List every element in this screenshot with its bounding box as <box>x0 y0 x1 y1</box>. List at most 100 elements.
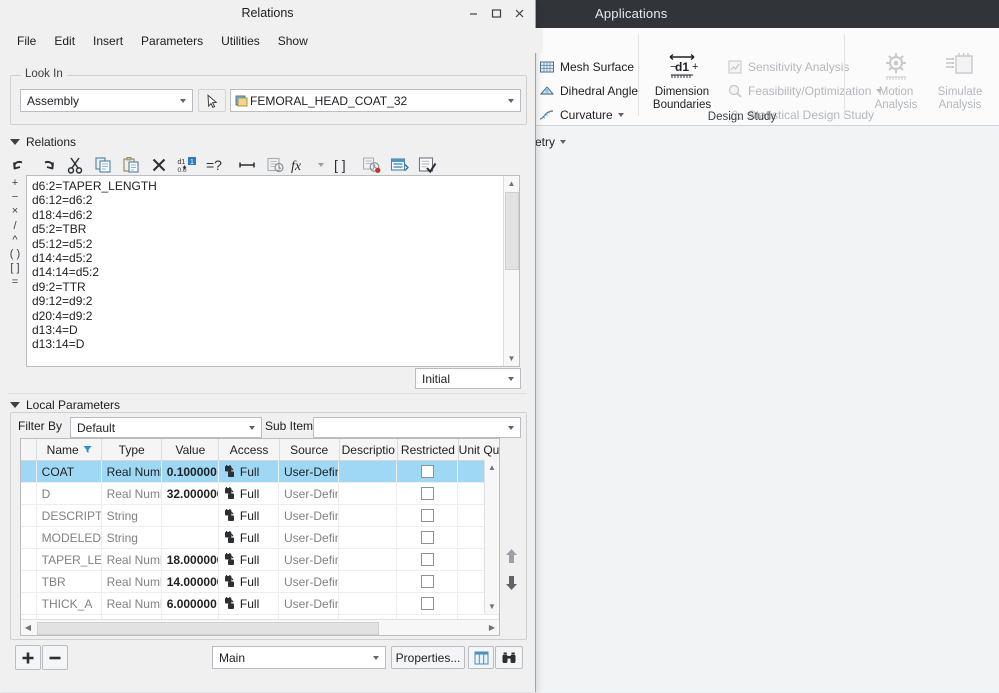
cell-name[interactable]: DESCRIPTION <box>37 505 102 526</box>
cell-restricted[interactable] <box>397 483 459 504</box>
cell-value[interactable]: 14.000000 <box>162 571 219 592</box>
find-parameter-button[interactable] <box>495 646 523 669</box>
verify-relations-button[interactable]: =? <box>202 153 232 177</box>
scroll-down-icon[interactable]: ▼ <box>504 351 519 366</box>
menu-parameters[interactable]: Parameters <box>132 31 212 51</box>
operator-divide[interactable]: / <box>4 219 26 233</box>
cell-description[interactable] <box>339 571 398 592</box>
restricted-checkbox[interactable] <box>420 509 434 522</box>
scroll-right-icon[interactable]: ▶ <box>485 620 499 635</box>
cell-restricted[interactable] <box>397 461 459 482</box>
add-parameter-button[interactable] <box>15 645 41 670</box>
switch-dimensions-button[interactable]: d1 0.0 1 <box>174 153 200 177</box>
local-parameters-header[interactable]: Local Parameters <box>10 398 120 412</box>
cell-type[interactable]: Real Numbe <box>102 483 162 504</box>
table-vertical-scrollbar[interactable]: ▲ ▼ <box>484 460 499 614</box>
table-horizontal-scrollbar[interactable]: ◀ ▶ <box>21 619 499 635</box>
ribbon-item-clearance-creepage[interactable]: Clearan Creepage <box>987 46 999 112</box>
table-row[interactable]: DESCRIPTIONString FullUser-Define <box>21 505 499 527</box>
menu-insert[interactable]: Insert <box>84 31 132 51</box>
chevron-down-icon[interactable] <box>502 369 520 388</box>
cell-description[interactable] <box>339 527 398 548</box>
table-header-description[interactable]: Descriptio <box>340 439 398 460</box>
row-handle[interactable] <box>21 593 37 614</box>
restricted-checkbox[interactable] <box>420 487 434 500</box>
scroll-thumb[interactable] <box>505 192 519 270</box>
restricted-checkbox[interactable] <box>420 531 434 544</box>
cell-value[interactable]: 6.000000 <box>162 593 219 614</box>
table-row[interactable]: THICK_AReal Numbe6.000000FullUser-Define <box>21 593 499 615</box>
parameter-brackets-button[interactable]: [ ] <box>330 153 356 177</box>
cell-access[interactable]: Full <box>219 505 280 526</box>
cell-access[interactable]: Full <box>219 593 280 614</box>
table-row[interactable]: DReal Numbe32.000000FullUser-Define <box>21 483 499 505</box>
cell-restricted[interactable] <box>397 549 459 570</box>
table-row[interactable]: TAPER_LENGTHReal Numbe18.000000FullUser-… <box>21 549 499 571</box>
table-row[interactable]: COATReal Numbe0.100000FullUser-Define <box>21 461 499 483</box>
move-down-arrow[interactable] <box>503 574 519 592</box>
units-history-button[interactable] <box>358 153 384 177</box>
table-header-name[interactable]: Name <box>37 439 103 460</box>
parameters-table[interactable]: Name Type Value Access Source Descriptio… <box>20 438 500 636</box>
row-handle[interactable] <box>21 505 37 526</box>
table-header-unit-quantity[interactable]: Unit Qu <box>459 439 499 460</box>
execute-relations-button[interactable] <box>414 153 440 177</box>
cell-value[interactable]: 0.100000 <box>162 461 219 482</box>
insert-from-dimension-button[interactable] <box>234 153 260 177</box>
operator-plus[interactable]: + <box>4 176 26 190</box>
columns-button[interactable] <box>468 646 494 669</box>
cell-restricted[interactable] <box>397 505 459 526</box>
look-in-model-combo[interactable]: FEMORAL_HEAD_COAT_32 <box>230 89 521 112</box>
restricted-checkbox[interactable] <box>420 553 434 566</box>
cell-source[interactable]: User-Define <box>279 549 340 570</box>
properties-button[interactable]: Properties... <box>391 646 465 669</box>
table-header-restricted[interactable]: Restricted <box>398 439 459 460</box>
cell-description[interactable] <box>339 461 398 482</box>
menu-utilities[interactable]: Utilities <box>212 31 269 51</box>
look-in-scope-combo[interactable]: Assembly <box>20 89 193 112</box>
cell-source[interactable]: User-Define <box>279 461 340 482</box>
restricted-checkbox[interactable] <box>420 575 434 588</box>
scroll-down-icon[interactable]: ▼ <box>485 599 499 614</box>
insert-function-button[interactable]: fx <box>290 153 312 177</box>
row-handle[interactable] <box>21 571 37 592</box>
cell-description[interactable] <box>339 505 398 526</box>
scroll-up-icon[interactable]: ▲ <box>485 460 499 475</box>
relations-in-model-button[interactable] <box>262 153 288 177</box>
ribbon-item-sensitivity-analysis[interactable]: Sensitivity Analysis <box>727 56 849 77</box>
cell-name[interactable]: MODELED_BY <box>37 527 102 548</box>
filter-by-combo[interactable]: Default <box>70 417 262 438</box>
menu-file[interactable]: File <box>8 31 45 51</box>
minimize-button[interactable] <box>463 4 483 23</box>
cell-access[interactable]: Full <box>219 461 280 482</box>
cell-access[interactable]: Full <box>219 549 280 570</box>
collapse-triangle-icon[interactable] <box>10 402 20 408</box>
creo-tab-applications[interactable]: Applications <box>595 6 668 21</box>
cell-name[interactable]: TAPER_LENGTH <box>37 549 102 570</box>
cell-source[interactable]: User-Define <box>279 527 340 548</box>
cell-type[interactable]: Real Numbe <box>102 593 162 614</box>
menu-show[interactable]: Show <box>269 31 317 51</box>
copy-button[interactable] <box>90 153 116 177</box>
chevron-down-icon[interactable] <box>560 139 566 144</box>
dialog-titlebar[interactable]: Relations <box>0 0 535 29</box>
chevron-down-icon[interactable] <box>367 647 385 668</box>
row-handle[interactable] <box>21 461 37 482</box>
remove-parameter-button[interactable] <box>42 645 68 670</box>
ribbon-item-simulate-analysis[interactable]: Simulate Analysis <box>923 46 997 112</box>
table-row[interactable]: TBRReal Numbe14.000000FullUser-Define <box>21 571 499 593</box>
row-handle[interactable] <box>21 483 37 504</box>
operator-equals[interactable]: = <box>4 275 26 289</box>
scroll-left-icon[interactable]: ◀ <box>21 620 35 635</box>
cell-access[interactable]: Full <box>219 527 280 548</box>
cell-source[interactable]: User-Define <box>279 483 340 504</box>
sort-relations-button[interactable] <box>386 153 412 177</box>
paste-button[interactable] <box>118 153 144 177</box>
maximize-button[interactable] <box>486 4 506 23</box>
cell-description[interactable] <box>339 549 398 570</box>
cell-type[interactable]: String <box>102 527 162 548</box>
cell-source[interactable]: User-Define <box>279 593 340 614</box>
sub-items-combo[interactable] <box>313 417 521 438</box>
relations-editor-scrollbar[interactable]: ▲ ▼ <box>503 176 519 366</box>
row-handle[interactable] <box>21 527 37 548</box>
